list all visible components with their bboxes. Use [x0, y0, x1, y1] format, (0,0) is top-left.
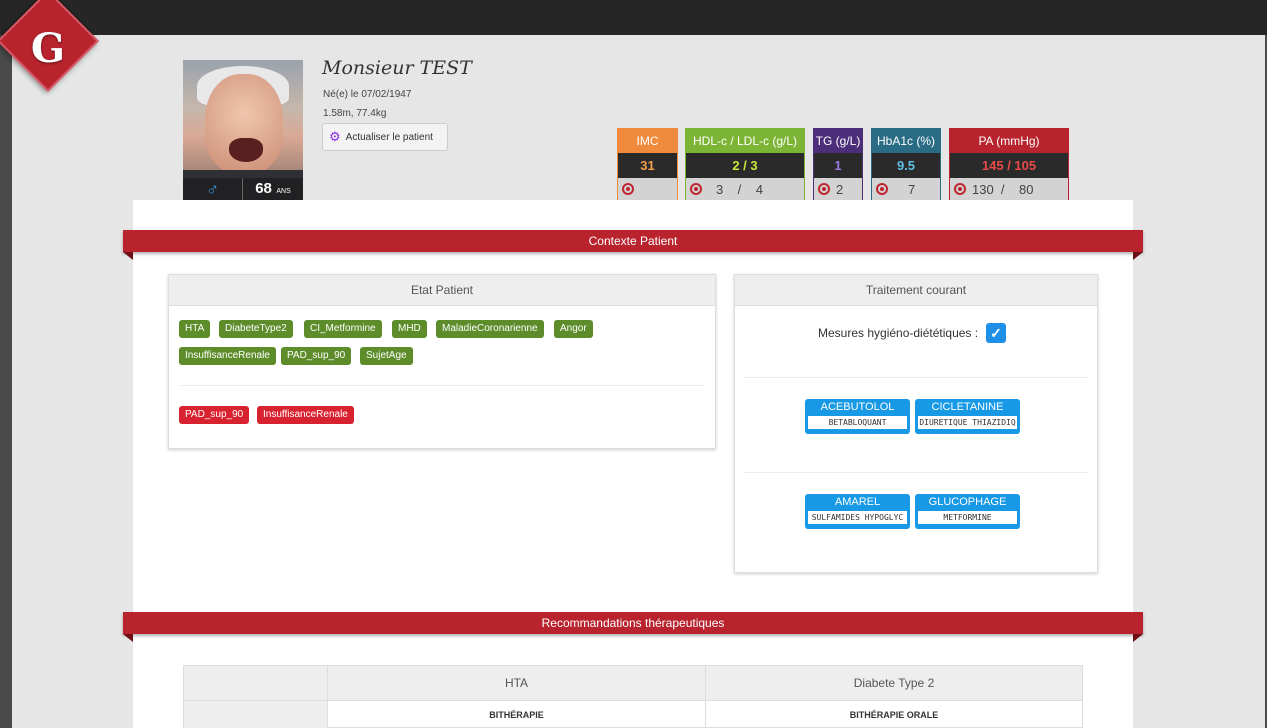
metric-label: PA (mmHg) [950, 129, 1068, 153]
metric-value: 31 [618, 153, 677, 178]
hygieno-checkbox[interactable]: ✓ [986, 323, 1006, 343]
drug-class: DIURETIQUE THIAZIDIQ [918, 416, 1017, 429]
condition-tag: DiabeteType2 [219, 320, 293, 338]
metric-tg: TG (g/L) 1 2 [813, 128, 863, 201]
drug-class: METFORMINE [918, 511, 1017, 524]
panel-title: Traitement courant [735, 275, 1097, 306]
drug-name: AMAREL [834, 496, 881, 508]
metric-target: 3 / 4 [686, 178, 804, 200]
drug-card-cicletanine[interactable]: CICLETANINE DIURETIQUE THIAZIDIQ [915, 399, 1020, 434]
condition-tag: PAD_sup_90 [281, 347, 352, 365]
panel-title: Etat Patient [169, 275, 715, 306]
top-bar [0, 0, 1267, 35]
update-patient-button[interactable]: ⚙ Actualiser le patient [322, 123, 448, 151]
condition-tag: InsuffisanceRenale [179, 347, 276, 365]
condition-tag: MaladieCoronarienne [436, 320, 544, 338]
drug-class: BETABLOQUANT [808, 416, 907, 429]
patient-age: 68 ANS [243, 178, 303, 200]
patient-photo-footer: ♂ 68 ANS [183, 178, 303, 200]
section-title-contexte: Contexte Patient [123, 230, 1143, 252]
gear-icon: ⚙ [329, 129, 341, 144]
alert-tag: InsuffisanceRenale [257, 406, 354, 424]
drug-card-glucophage[interactable]: GLUCOPHAGE METFORMINE [915, 494, 1020, 529]
patient-dob: Né(e) le 07/02/1947 [323, 89, 412, 100]
left-sidebar-strip [0, 35, 12, 728]
condition-tag: SujetAge [360, 347, 413, 365]
metric-value: 2 / 3 [686, 153, 804, 178]
condition-tag: HTA [179, 320, 211, 338]
metric-label: TG (g/L) [814, 129, 862, 153]
table-cell: BITHÉRAPIE [328, 701, 706, 728]
ribbon-fold [1133, 252, 1143, 260]
metric-label: HbA1c (%) [872, 129, 940, 153]
table-header-hta: HTA [328, 666, 706, 701]
metric-target: 7 [872, 178, 940, 200]
divider [744, 377, 1088, 378]
target-icon [876, 183, 888, 195]
metric-label: HDL-c / LDL-c (g/L) [686, 129, 804, 153]
metric-target: 2 [814, 178, 862, 200]
divider [744, 472, 1088, 473]
metric-label: IMC [618, 129, 677, 153]
target-icon [690, 183, 702, 195]
patient-size-weight: 1.58m, 77.4kg [323, 108, 387, 119]
condition-tag: CI_Metformine [304, 320, 382, 338]
drug-name: CICLETANINE [931, 401, 1004, 413]
drug-name: ACEBUTOLOL [820, 401, 895, 413]
metric-value: 9.5 [872, 153, 940, 178]
condition-tag: Angor [554, 320, 593, 338]
drug-card-amarel[interactable]: AMAREL SULFAMIDES HYPOGLYC [805, 494, 910, 529]
ribbon-fold [123, 252, 133, 260]
metric-value: 145 / 105 [950, 153, 1068, 178]
metric-imc: IMC 31 [617, 128, 678, 201]
table-cell: BITHÉRAPIE ORALE [849, 710, 939, 720]
table-header-empty [184, 666, 328, 701]
age-value: 68 [255, 180, 272, 197]
target-icon [622, 183, 634, 195]
metric-pa: PA (mmHg) 145 / 105 130 / 80 [949, 128, 1069, 201]
table-header-diabete: Diabete Type 2 [706, 666, 1082, 701]
ribbon-fold [1133, 634, 1143, 642]
metric-target: 130 / 80 [950, 178, 1068, 200]
metric-hdl-ldl: HDL-c / LDL-c (g/L) 2 / 3 3 / 4 [685, 128, 805, 201]
condition-tag: MHD [392, 320, 427, 338]
section-title-recommandations: Recommandations thérapeutiques [123, 612, 1143, 634]
target-icon [818, 183, 830, 195]
metric-value: 1 [814, 153, 862, 178]
drug-class: SULFAMIDES HYPOGLYC [808, 511, 907, 524]
age-unit: ANS [276, 188, 291, 195]
hygieno-label: Mesures hygiéno-diététiques : [818, 326, 979, 340]
drug-name: GLUCOPHAGE [928, 496, 1007, 508]
metric-target [618, 178, 677, 200]
recommandations-table: HTA Diabete Type 2 BITHÉRAPIE BITHÉRAPIE… [183, 665, 1083, 728]
patient-name: Monsieur TEST [322, 57, 472, 79]
divider [179, 385, 705, 386]
metric-hba1c: HbA1c (%) 9.5 7 [871, 128, 941, 201]
table-cell [184, 701, 328, 728]
male-icon: ♂ [183, 178, 243, 200]
drug-card-acebutolol[interactable]: ACEBUTOLOL BETABLOQUANT [805, 399, 910, 434]
logo-letter[interactable]: G [24, 24, 72, 72]
alert-tag: PAD_sup_90 [179, 406, 250, 424]
update-patient-label: Actualiser le patient [345, 131, 433, 143]
ribbon-fold [123, 634, 133, 642]
target-icon [954, 183, 966, 195]
